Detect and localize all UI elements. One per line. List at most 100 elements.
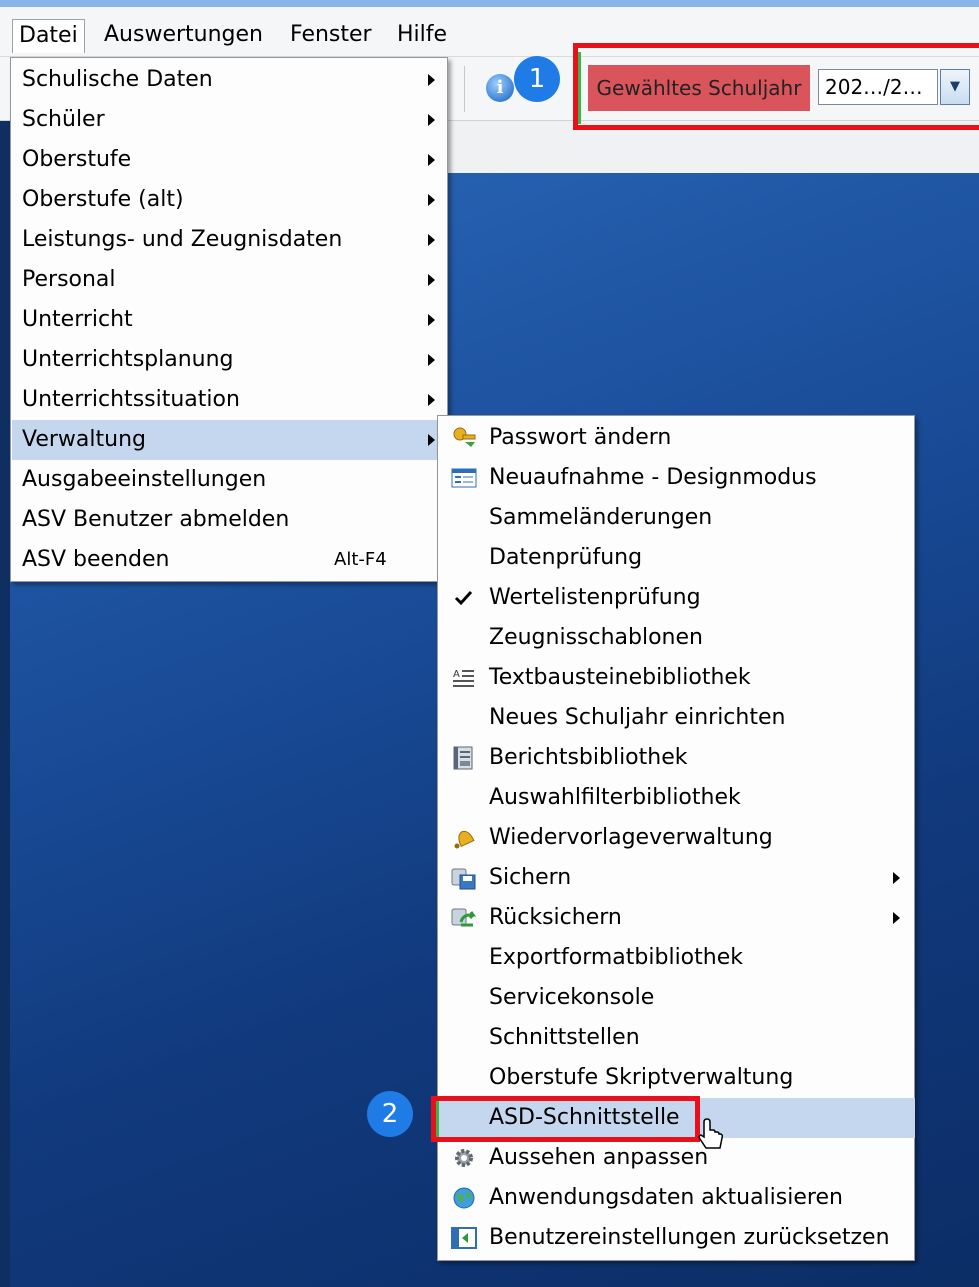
menu-item-label: Berichtsbibliothek bbox=[489, 745, 688, 770]
menu-item-schueler[interactable]: Schüler bbox=[12, 100, 448, 140]
menu-item-label: Exportformatbibliothek bbox=[489, 945, 743, 970]
menu-item-label: Neues Schuljahr einrichten bbox=[489, 705, 786, 730]
menu-item-label: Schnittstellen bbox=[489, 1025, 640, 1050]
info-icon[interactable]: i bbox=[486, 74, 514, 102]
submenu-arrow-icon bbox=[428, 434, 435, 446]
submenu-arrow-icon bbox=[428, 354, 435, 366]
menu-item-label: Rücksichern bbox=[489, 905, 622, 930]
menu-item-label: Oberstufe (alt) bbox=[22, 187, 184, 212]
menu-item-label: Anwendungsdaten aktualisieren bbox=[489, 1185, 843, 1210]
menu-item-anwendungsdaten-aktualisieren[interactable]: Anwendungsdaten aktualisieren bbox=[439, 1178, 915, 1218]
menu-item-label: Unterricht bbox=[22, 307, 133, 332]
report-library-icon bbox=[453, 746, 473, 770]
menu-item-label: Ausgabeeinstellungen bbox=[22, 467, 267, 492]
save-backup-icon bbox=[451, 868, 476, 890]
school-year-label: Gewähltes Schuljahr bbox=[588, 65, 810, 111]
submenu-arrow-icon bbox=[428, 74, 435, 86]
window-top-border bbox=[0, 0, 979, 7]
menu-item-auswahlfilterbibliothek[interactable]: Auswahlfilterbibliothek bbox=[439, 778, 915, 818]
menu-item-ruecksichern[interactable]: Rücksichern bbox=[439, 898, 915, 938]
menu-auswertungen[interactable]: Auswertungen bbox=[98, 19, 269, 53]
menu-item-servicekonsole[interactable]: Servicekonsole bbox=[439, 978, 915, 1018]
submenu-arrow-icon bbox=[428, 394, 435, 406]
menu-item-label: Wertelistenprüfung bbox=[489, 585, 701, 610]
menu-item-label: Passwort ändern bbox=[489, 425, 672, 450]
menu-item-label: Zeugnisschablonen bbox=[489, 625, 703, 650]
hand-cursor-icon bbox=[698, 1118, 723, 1149]
chevron-down-icon[interactable]: ▼ bbox=[940, 69, 970, 105]
menu-item-exportformatbibliothek[interactable]: Exportformatbibliothek bbox=[439, 938, 915, 978]
menu-item-label: Verwaltung bbox=[22, 427, 146, 452]
focus-marker bbox=[436, 1101, 439, 1137]
menu-fenster[interactable]: Fenster bbox=[284, 19, 378, 53]
menu-item-label: Aussehen anpassen bbox=[489, 1145, 709, 1170]
submenu-arrow-icon bbox=[428, 234, 435, 246]
menu-datei[interactable]: Datei bbox=[12, 19, 85, 53]
menu-item-personal[interactable]: Personal bbox=[12, 260, 448, 300]
menu-item-unterrichtssituation[interactable]: Unterrichtssituation bbox=[12, 380, 448, 420]
menu-item-abmelden[interactable]: ASV Benutzer abmelden bbox=[12, 500, 448, 540]
submenu-arrow-icon bbox=[893, 872, 900, 884]
submenu-arrow-icon bbox=[893, 912, 900, 924]
menu-item-label: Sammeländerungen bbox=[489, 505, 713, 530]
menu-item-label: Wiedervorlageverwaltung bbox=[489, 825, 773, 850]
menu-item-label: ASV beenden bbox=[22, 547, 170, 572]
restore-icon bbox=[451, 908, 477, 927]
menu-item-label: Benutzereinstellungen zurücksetzen bbox=[489, 1225, 890, 1250]
menu-item-neuaufnahme[interactable]: Neuaufnahme - Designmodus bbox=[439, 458, 915, 498]
menu-item-beenden[interactable]: ASV beenden Alt-F4 bbox=[12, 540, 448, 580]
menu-item-unterricht[interactable]: Unterricht bbox=[12, 300, 448, 340]
submenu-arrow-icon bbox=[428, 154, 435, 166]
annotation-badge-2: 2 bbox=[367, 1091, 413, 1137]
menu-item-oberstufe-skriptverwaltung[interactable]: Oberstufe Skriptverwaltung bbox=[439, 1058, 915, 1098]
menu-item-label: Oberstufe Skriptverwaltung bbox=[489, 1065, 794, 1090]
school-year-select[interactable]: 202…/2… bbox=[818, 69, 938, 105]
menu-item-schnittstellen[interactable]: Schnittstellen bbox=[439, 1018, 915, 1058]
school-year-value: 202…/2… bbox=[825, 75, 923, 99]
menu-item-label: Servicekonsole bbox=[489, 985, 655, 1010]
menu-item-berichtsbibliothek[interactable]: Berichtsbibliothek bbox=[439, 738, 915, 778]
submenu-arrow-icon bbox=[428, 194, 435, 206]
menu-item-label: Personal bbox=[22, 267, 116, 292]
menu-item-label: Datenprüfung bbox=[489, 545, 643, 570]
menu-item-wiedervorlageverwaltung[interactable]: Wiedervorlageverwaltung bbox=[439, 818, 915, 858]
key-icon bbox=[453, 427, 476, 447]
form-icon bbox=[451, 468, 477, 488]
menu-item-schulische-daten[interactable]: Schulische Daten bbox=[12, 60, 448, 100]
menu-hilfe[interactable]: Hilfe bbox=[391, 19, 453, 53]
menu-item-zeugnisschablonen[interactable]: Zeugnisschablonen bbox=[439, 618, 915, 658]
menu-item-oberstufe[interactable]: Oberstufe bbox=[12, 140, 448, 180]
submenu-arrow-icon bbox=[428, 314, 435, 326]
menu-item-label: Leistungs- und Zeugnisdaten bbox=[22, 227, 343, 252]
menu-item-sammelaenderungen[interactable]: Sammeländerungen bbox=[439, 498, 915, 538]
menu-item-label: ASV Benutzer abmelden bbox=[22, 507, 290, 532]
menu-item-label: Neuaufnahme - Designmodus bbox=[489, 465, 817, 490]
menu-item-wertelistenpruefung[interactable]: Wertelistenprüfung bbox=[439, 578, 915, 618]
shortcut-label: Alt-F4 bbox=[334, 549, 387, 570]
menu-item-label: Schulische Daten bbox=[22, 67, 213, 92]
menu-item-label: Unterrichtsplanung bbox=[22, 347, 234, 372]
menu-item-unterrichtsplanung[interactable]: Unterrichtsplanung bbox=[12, 340, 448, 380]
menu-item-label: Oberstufe bbox=[22, 147, 132, 172]
menu-item-sichern[interactable]: Sichern bbox=[439, 858, 915, 898]
file-menu: Schulische Daten Schüler Oberstufe Obers… bbox=[10, 57, 448, 582]
menu-item-label: Sichern bbox=[489, 865, 572, 890]
menu-item-datenpruefung[interactable]: Datenprüfung bbox=[439, 538, 915, 578]
menu-item-oberstufe-alt[interactable]: Oberstufe (alt) bbox=[12, 180, 448, 220]
submenu-arrow-icon bbox=[428, 114, 435, 126]
annotation-badge-1: 1 bbox=[514, 56, 560, 102]
focus-marker bbox=[578, 52, 581, 124]
menu-item-verwaltung[interactable]: Verwaltung bbox=[12, 420, 448, 460]
menu-item-benutzereinstellungen-zuruecksetzen[interactable]: Benutzereinstellungen zurücksetzen bbox=[439, 1218, 915, 1258]
toolbar-separator bbox=[464, 66, 465, 112]
annotation-frame-asd bbox=[431, 1096, 700, 1142]
submenu-arrow-icon bbox=[428, 274, 435, 286]
menu-item-ausgabeeinstellungen[interactable]: Ausgabeeinstellungen bbox=[12, 460, 448, 500]
menu-item-textbausteinebibliothek[interactable]: A Textbausteinebibliothek bbox=[439, 658, 915, 698]
menu-item-aussehen-anpassen[interactable]: Aussehen anpassen bbox=[439, 1138, 915, 1178]
bell-icon bbox=[454, 830, 475, 849]
menu-item-leistungsdaten[interactable]: Leistungs- und Zeugnisdaten bbox=[12, 220, 448, 260]
menu-item-passwort-aendern[interactable]: Passwort ändern bbox=[439, 418, 915, 458]
menu-item-neues-schuljahr[interactable]: Neues Schuljahr einrichten bbox=[439, 698, 915, 738]
text-block-icon: A bbox=[453, 669, 474, 687]
